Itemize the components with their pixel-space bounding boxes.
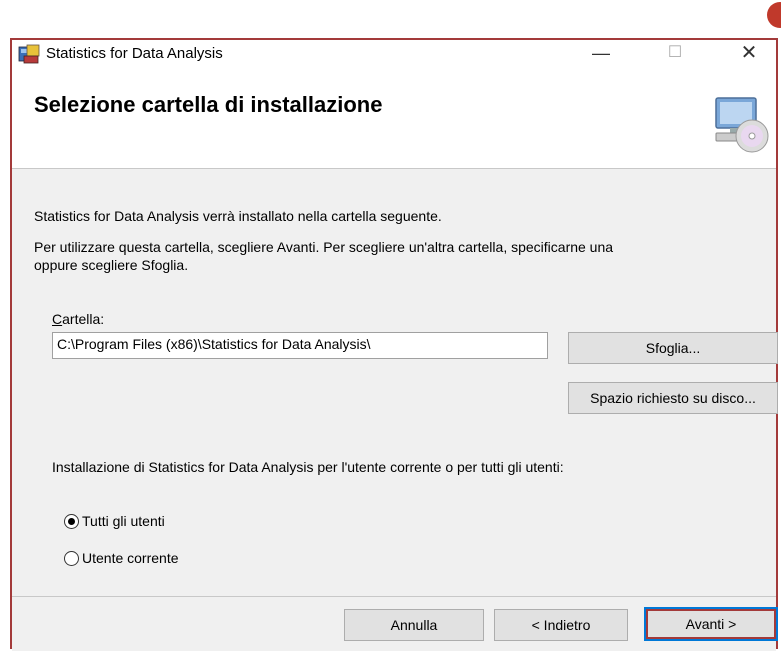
content-area: Statistics for Data Analysis verrà insta… bbox=[12, 169, 778, 651]
computer-cd-icon bbox=[715, 97, 769, 153]
intro-text: Statistics for Data Analysis verrà insta… bbox=[34, 208, 442, 224]
minimize-button[interactable]: — bbox=[578, 40, 624, 68]
folder-label-accelerator: C bbox=[52, 311, 63, 327]
radio-current-user-label[interactable]: Utente corrente bbox=[82, 550, 179, 566]
radio-current-user[interactable] bbox=[64, 551, 79, 566]
folder-label-rest: artella: bbox=[62, 311, 105, 327]
maximize-button[interactable]: ☐ bbox=[652, 40, 698, 68]
footer-separator bbox=[12, 596, 776, 597]
back-button[interactable]: < Indietro bbox=[494, 609, 628, 641]
browse-button[interactable]: Sfoglia... bbox=[568, 332, 778, 364]
instruction-text-1: Per utilizzare questa cartella, sceglier… bbox=[34, 239, 614, 255]
folder-label: Cartella: bbox=[52, 311, 104, 327]
close-button[interactable]: ✕ bbox=[726, 40, 772, 68]
radio-all-users-label[interactable]: Tutti gli utenti bbox=[82, 513, 165, 529]
window-title: Statistics for Data Analysis bbox=[46, 45, 223, 62]
disk-cost-button[interactable]: Spazio richiesto su disco... bbox=[568, 382, 778, 414]
installer-icon bbox=[18, 44, 40, 64]
page-title: Selezione cartella di installazione bbox=[34, 92, 383, 117]
instruction-text-2: oppure scegliere Sfoglia. bbox=[34, 257, 189, 273]
cancel-button[interactable]: Annulla bbox=[344, 609, 484, 641]
title-bar: Statistics for Data Analysis — ☐ ✕ bbox=[12, 40, 776, 68]
notification-badge bbox=[767, 2, 781, 28]
header-banner: Selezione cartella di installazione bbox=[12, 68, 776, 169]
folder-input[interactable]: C:\Program Files (x86)\Statistics for Da… bbox=[52, 332, 548, 359]
installer-window: Statistics for Data Analysis — ☐ ✕ Selez… bbox=[10, 38, 778, 651]
radio-all-users[interactable] bbox=[64, 514, 79, 529]
install-for-label: Installazione di Statistics for Data Ana… bbox=[52, 459, 564, 475]
next-button[interactable]: Avanti > bbox=[644, 607, 778, 641]
